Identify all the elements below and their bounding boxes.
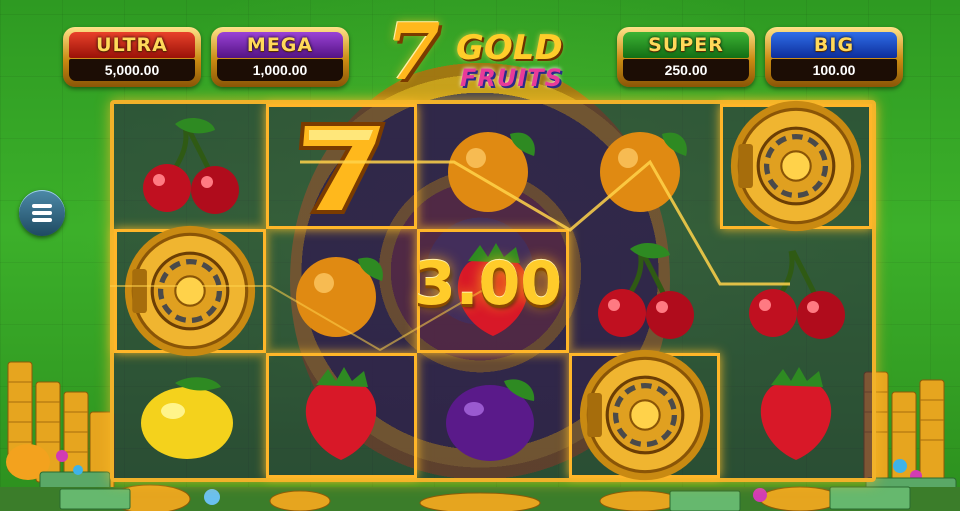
reel-5-row-3-strawberry — [720, 353, 872, 478]
logo-fruits: FRUITS — [460, 64, 563, 92]
vault-icon — [579, 350, 710, 481]
jackpot-mega: MEGA 1,000.00 — [211, 27, 349, 87]
jackpot-super-value: 250.00 — [623, 59, 749, 81]
seven-icon — [299, 122, 387, 215]
reel-4-row-2-cherry — [569, 229, 721, 354]
reel-4-row-3-vault — [569, 350, 721, 481]
jackpot-mega-value: 1,000.00 — [217, 59, 343, 81]
reel-3-row-3-plum — [417, 353, 569, 478]
jackpot-mega-label: MEGA — [217, 32, 343, 58]
jackpot-big: BIG 100.00 — [765, 27, 903, 87]
strawberry-icon — [306, 367, 377, 461]
jackpot-ultra: ULTRA 5,000.00 — [63, 27, 201, 87]
reel-1-row-2-vault — [114, 225, 266, 356]
cherry-icon — [597, 242, 694, 339]
vault-icon — [124, 225, 255, 356]
reel-2-row-1-seven — [266, 104, 418, 229]
logo-seven: 7 — [386, 7, 441, 98]
win-amount: 3.00 — [413, 249, 563, 319]
reel-2-row-2-orange — [266, 229, 418, 354]
lemon-icon — [140, 377, 233, 460]
orange-icon — [599, 132, 687, 213]
reel-4-row-1-orange — [569, 104, 721, 229]
jackpot-big-label: BIG — [771, 32, 897, 58]
jackpot-super: SUPER 250.00 — [617, 27, 755, 87]
orange-icon — [447, 132, 535, 213]
reel-2-row-3-strawberry — [266, 353, 418, 478]
jackpot-big-value: 100.00 — [771, 59, 897, 81]
orange-icon — [296, 256, 384, 337]
reel-5-row-2-cherry — [720, 229, 872, 354]
plum-icon — [445, 379, 535, 462]
jackpot-super-label: SUPER — [623, 32, 749, 58]
game-logo: 7 GOLD FRUITS — [386, 10, 592, 98]
cherry-icon — [749, 249, 846, 339]
jackpot-ultra-label: ULTRA — [69, 32, 195, 58]
strawberry-icon — [760, 367, 832, 461]
reel-1-row-1-cherry — [114, 104, 266, 229]
cherry-icon — [142, 118, 239, 215]
vault-icon — [731, 101, 862, 232]
logo-gold: GOLD — [456, 28, 563, 68]
reel-3-row-1-orange — [417, 104, 569, 229]
jackpot-ultra-value: 5,000.00 — [69, 59, 195, 81]
reel-5-row-1-vault — [720, 101, 872, 232]
reel-1-row-3-lemon — [114, 353, 266, 478]
hamburger-menu-icon[interactable] — [19, 190, 65, 236]
